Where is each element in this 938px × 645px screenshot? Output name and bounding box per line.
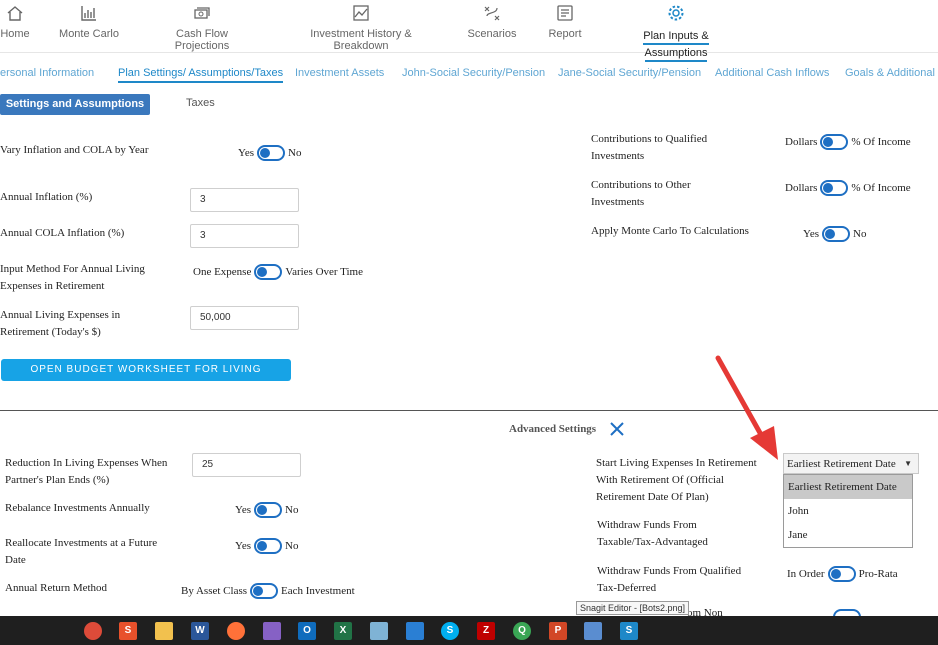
reallocate-toggle[interactable]: Yes No bbox=[235, 538, 298, 554]
toggle-switch[interactable] bbox=[820, 180, 849, 196]
top-navigation: Home Monte Carlo Cash Flow Projections I… bbox=[0, 0, 938, 62]
filezilla-icon[interactable]: Z bbox=[477, 622, 495, 640]
nav-investment-history[interactable]: Investment History & Breakdown bbox=[284, 4, 438, 52]
excel-icon[interactable]: X bbox=[334, 622, 352, 640]
withdraw-qualified-label: Withdraw Funds From Qualified Tax-Deferr… bbox=[597, 565, 742, 594]
taskbar-tooltip: Snagit Editor - [Bots2.png] bbox=[576, 601, 690, 615]
monte-carlo-label: Apply Monte Carlo To Calculations bbox=[591, 225, 749, 237]
dropdown-option-john[interactable]: John bbox=[784, 499, 912, 523]
section-divider bbox=[0, 410, 938, 411]
vary-inflation-label: Vary Inflation and COLA by Year bbox=[0, 144, 149, 156]
skype-icon[interactable]: S bbox=[441, 622, 459, 640]
nav-report[interactable]: Report bbox=[545, 4, 585, 40]
input-method-label: Input Method For Annual Living Expenses … bbox=[0, 263, 145, 292]
input-method-toggle[interactable]: One Expense Varies Over Time bbox=[193, 264, 363, 280]
chevron-down-icon: ▼ bbox=[904, 459, 912, 468]
toggle-switch[interactable] bbox=[822, 226, 851, 242]
subtab-additional-cash-inflows[interactable]: Additional Cash Inflows bbox=[715, 67, 829, 79]
toggle-switch[interactable] bbox=[254, 538, 283, 554]
toggle-switch[interactable] bbox=[250, 583, 279, 599]
subtab-john-social-security[interactable]: John-Social Security/Pension bbox=[402, 67, 545, 79]
image-chart-icon bbox=[353, 5, 369, 21]
start-living-label: Start Living Expenses In Retirement With… bbox=[596, 457, 757, 503]
toggle-switch[interactable] bbox=[257, 145, 286, 161]
tab-settings-and-assumptions[interactable]: Settings and Assumptions bbox=[0, 94, 150, 115]
subtab-plan-settings[interactable]: Plan Settings/ Assumptions/Taxes bbox=[118, 67, 284, 83]
contrib-qualified-toggle[interactable]: Dollars % Of Income bbox=[785, 134, 911, 150]
contrib-other-label: Contributions to Other Investments bbox=[591, 179, 691, 208]
toggle-switch[interactable] bbox=[254, 264, 283, 280]
file-explorer-icon[interactable] bbox=[155, 622, 173, 640]
app-window-icon[interactable] bbox=[406, 622, 424, 640]
arrow-icon bbox=[715, 355, 778, 460]
toggle-switch[interactable] bbox=[827, 566, 856, 582]
powerpoint-icon[interactable]: P bbox=[549, 622, 567, 640]
return-method-label: Annual Return Method bbox=[5, 582, 108, 594]
withdraw-qualified-toggle[interactable]: In Order Pro-Rata bbox=[787, 566, 898, 582]
annual-inflation-input[interactable]: 3 bbox=[190, 188, 299, 212]
toggle-switch[interactable] bbox=[820, 134, 849, 150]
snagit-icon[interactable]: S bbox=[119, 622, 137, 640]
notepad-icon[interactable] bbox=[370, 622, 388, 640]
nav-home[interactable]: Home bbox=[0, 4, 30, 40]
reduction-label: Reduction In Living Expenses When Partne… bbox=[5, 457, 168, 486]
start-living-select[interactable]: Earliest Retirement Date ▼ bbox=[783, 453, 919, 474]
subtab-personal-information[interactable]: ersonal Information bbox=[0, 67, 94, 79]
withdraw-taxable-label: Withdraw Funds From Taxable/Tax-Advantag… bbox=[597, 519, 708, 548]
annual-inflation-label: Annual Inflation (%) bbox=[0, 191, 93, 203]
vary-inflation-toggle[interactable]: Yes No bbox=[238, 145, 301, 161]
close-icon[interactable] bbox=[609, 421, 625, 437]
subtab-investment-assets[interactable]: Investment Assets bbox=[295, 67, 384, 79]
firefox-icon[interactable] bbox=[227, 622, 245, 640]
chrome-icon[interactable] bbox=[84, 622, 102, 640]
rebalance-label: Rebalance Investments Annually bbox=[5, 502, 150, 514]
remote-desktop-icon[interactable] bbox=[584, 622, 602, 640]
tab-taxes[interactable]: Taxes bbox=[186, 97, 215, 109]
monte-carlo-toggle[interactable]: Yes No bbox=[803, 226, 866, 242]
nav-scenarios[interactable]: Scenarios bbox=[466, 4, 518, 40]
report-icon bbox=[557, 5, 573, 21]
annual-living-label: Annual Living Expenses in Retirement (To… bbox=[0, 309, 121, 338]
home-icon bbox=[7, 6, 23, 21]
word-icon[interactable]: W bbox=[191, 622, 209, 640]
taskbar: S W O X S Z Q P S bbox=[0, 616, 938, 645]
reduction-input[interactable]: 25 bbox=[192, 453, 301, 477]
open-budget-worksheet-button[interactable]: OPEN BUDGET WORKSHEET FOR LIVING EXPENSE… bbox=[1, 359, 291, 397]
reallocate-label: Reallocate Investments at a Future Date bbox=[5, 537, 158, 566]
subtab-goals[interactable]: Goals & Additional E bbox=[845, 67, 938, 79]
nav-plan-inputs[interactable]: Plan Inputs & Assumptions bbox=[612, 4, 740, 62]
annual-cola-label: Annual COLA Inflation (%) bbox=[0, 227, 125, 239]
dropdown-option-earliest[interactable]: Earliest Retirement Date bbox=[784, 475, 912, 499]
annual-living-input[interactable]: 50,000 bbox=[190, 306, 299, 330]
cash-icon bbox=[194, 7, 210, 19]
outlook-icon[interactable]: O bbox=[298, 622, 316, 640]
gear-icon bbox=[668, 5, 684, 21]
snagit-editor-icon[interactable]: S bbox=[620, 622, 638, 640]
toggle-switch[interactable] bbox=[254, 502, 283, 518]
subtab-jane-social-security[interactable]: Jane-Social Security/Pension bbox=[558, 67, 701, 79]
dropdown-option-jane[interactable]: Jane bbox=[784, 523, 912, 547]
visual-studio-icon[interactable] bbox=[263, 622, 281, 640]
start-living-dropdown-list: Earliest Retirement Date John Jane bbox=[783, 474, 913, 548]
bar-chart-icon bbox=[81, 6, 96, 21]
contrib-other-toggle[interactable]: Dollars % Of Income bbox=[785, 180, 911, 196]
search-app-icon[interactable]: Q bbox=[513, 622, 531, 640]
contrib-qualified-label: Contributions to Qualified Investments bbox=[591, 133, 708, 162]
nav-monte-carlo[interactable]: Monte Carlo bbox=[55, 4, 123, 40]
return-method-toggle[interactable]: By Asset Class Each Investment bbox=[181, 583, 355, 599]
rebalance-toggle[interactable]: Yes No bbox=[235, 502, 298, 518]
advanced-settings-title: Advanced Settings bbox=[509, 423, 597, 435]
nav-cash-flow[interactable]: Cash Flow Projections bbox=[148, 4, 256, 52]
scenarios-icon bbox=[484, 6, 500, 21]
annual-cola-input[interactable]: 3 bbox=[190, 224, 299, 248]
